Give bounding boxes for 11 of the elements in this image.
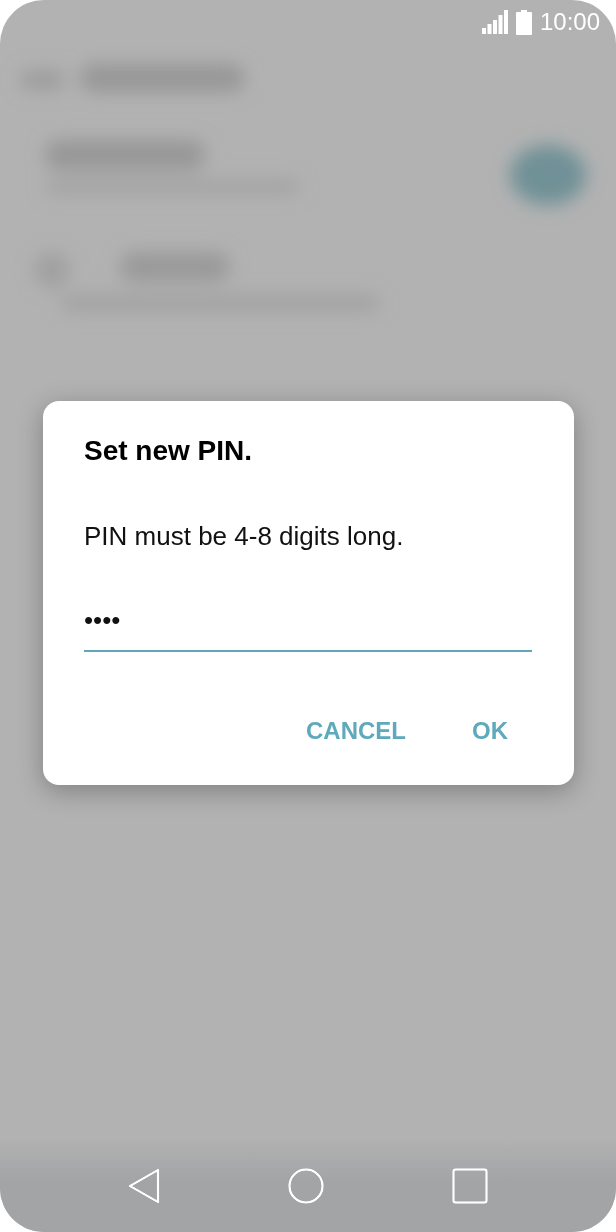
- battery-icon: [515, 9, 532, 35]
- pin-input-field[interactable]: ••••: [84, 600, 532, 652]
- home-icon[interactable]: [288, 1168, 324, 1204]
- status-time: 10:00: [539, 8, 600, 36]
- recent-apps-icon[interactable]: [452, 1168, 488, 1204]
- ok-button[interactable]: OK: [456, 705, 524, 757]
- cancel-button[interactable]: CANCEL: [290, 705, 422, 757]
- back-icon[interactable]: [128, 1168, 160, 1204]
- signal-icon: [481, 10, 508, 34]
- dialog-message: PIN must be 4-8 digits long.: [84, 520, 405, 552]
- dialog-title: Set new PIN.: [84, 434, 254, 468]
